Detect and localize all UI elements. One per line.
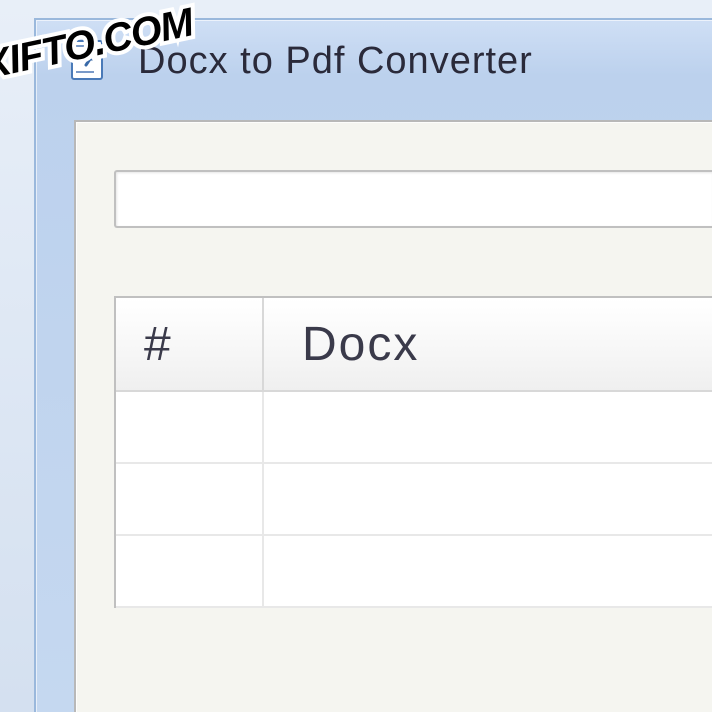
- cell-docx: [264, 464, 712, 534]
- column-header-docx[interactable]: Docx: [264, 298, 712, 390]
- table-row[interactable]: [116, 464, 712, 536]
- toolbar: [76, 122, 712, 228]
- path-input[interactable]: [114, 170, 712, 228]
- cell-number: [116, 464, 264, 534]
- cell-number: [116, 392, 264, 462]
- file-table: # Docx: [114, 296, 712, 608]
- cell-docx: [264, 536, 712, 606]
- table-header: # Docx: [116, 298, 712, 392]
- content-panel: # Docx: [74, 120, 712, 712]
- table-row[interactable]: [116, 392, 712, 464]
- window-title: Docx to Pdf Converter: [138, 40, 533, 83]
- table-body: [116, 392, 712, 608]
- application-window: Docx to Pdf Converter # Docx: [34, 18, 712, 712]
- cell-docx: [264, 392, 712, 462]
- cell-number: [116, 536, 264, 606]
- column-header-number[interactable]: #: [116, 298, 264, 390]
- table-row[interactable]: [116, 536, 712, 608]
